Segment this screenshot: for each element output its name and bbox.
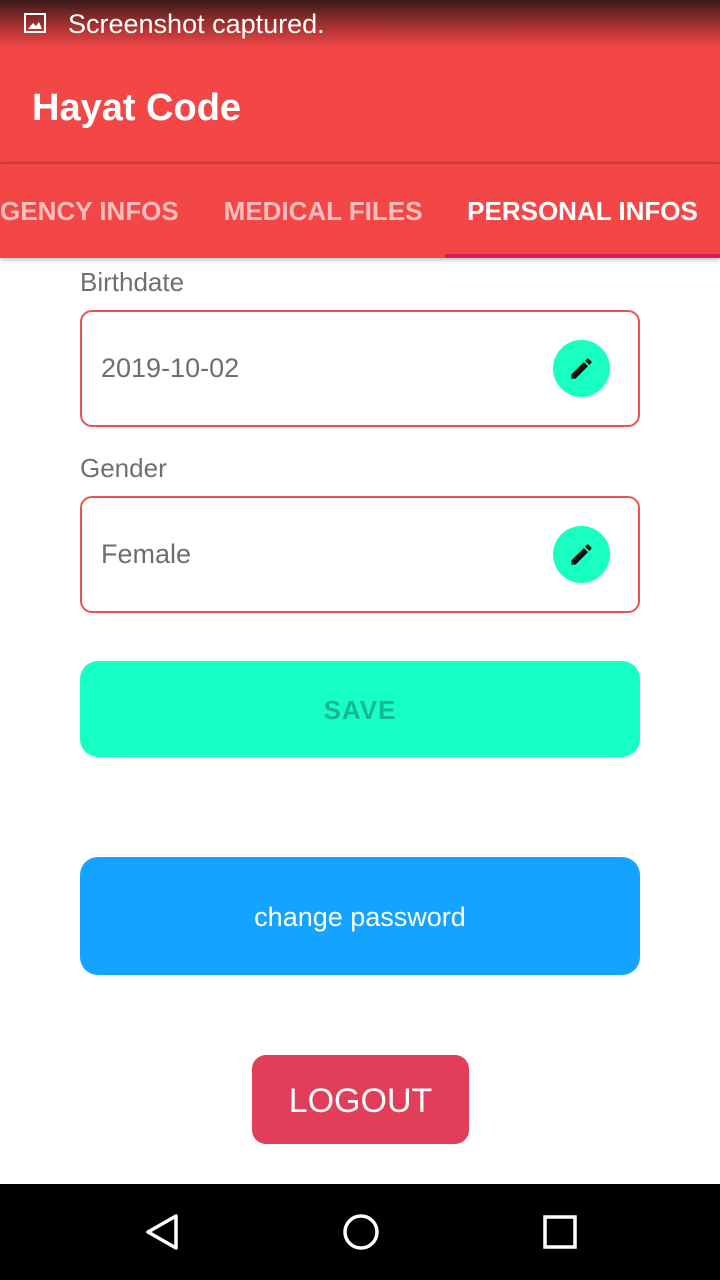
navigation-bar (0, 1184, 720, 1280)
tab-bar: GENCY INFOS MEDICAL FILES PERSONAL INFOS (0, 162, 720, 258)
birthdate-field[interactable]: 2019-10-02 (80, 310, 640, 427)
gender-edit-button[interactable] (553, 526, 610, 583)
image-icon (24, 13, 46, 33)
back-triangle-icon[interactable] (142, 1212, 182, 1252)
app-title: Hayat Code (32, 87, 242, 129)
gender-value: Female (101, 539, 192, 569)
gender-field[interactable]: Female (80, 496, 640, 613)
birthdate-label: Birthdate (80, 267, 185, 297)
pencil-icon (571, 358, 592, 379)
tab-active-indicator (445, 254, 720, 258)
tab-personal-infos[interactable]: PERSONAL INFOS (445, 162, 720, 258)
birthdate-value: 2019-10-02 (101, 353, 240, 383)
app-bar-divider (0, 162, 720, 165)
status-notification-text: Screenshot captured. (68, 9, 325, 39)
logout-button[interactable]: LOGOUT (252, 1055, 469, 1144)
tab-medical-files[interactable]: MEDICAL FILES (204, 162, 442, 258)
birthdate-edit-button[interactable] (553, 340, 610, 397)
status-bar: Screenshot captured. (0, 0, 720, 48)
recents-square-icon[interactable] (540, 1212, 580, 1252)
pencil-icon (571, 544, 592, 565)
home-circle-icon[interactable] (341, 1212, 381, 1252)
change-password-button[interactable]: change password (80, 857, 640, 975)
app-bar: Hayat Code (0, 48, 720, 162)
save-button[interactable]: SAVE (80, 661, 640, 757)
tab-emergency-infos[interactable]: GENCY INFOS (0, 162, 179, 258)
gender-label: Gender (80, 453, 167, 483)
